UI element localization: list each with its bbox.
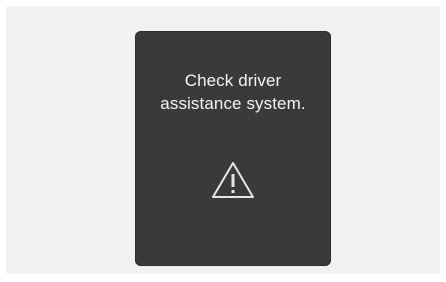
warning-message-panel: Check driver assistance system. (135, 31, 331, 266)
display-background: Check driver assistance system. (6, 6, 440, 274)
warning-triangle-icon (212, 162, 254, 198)
warning-message-line-2: assistance system. (160, 94, 306, 113)
warning-message: Check driver assistance system. (135, 69, 331, 115)
warning-message-line-1: Check driver (184, 71, 282, 90)
